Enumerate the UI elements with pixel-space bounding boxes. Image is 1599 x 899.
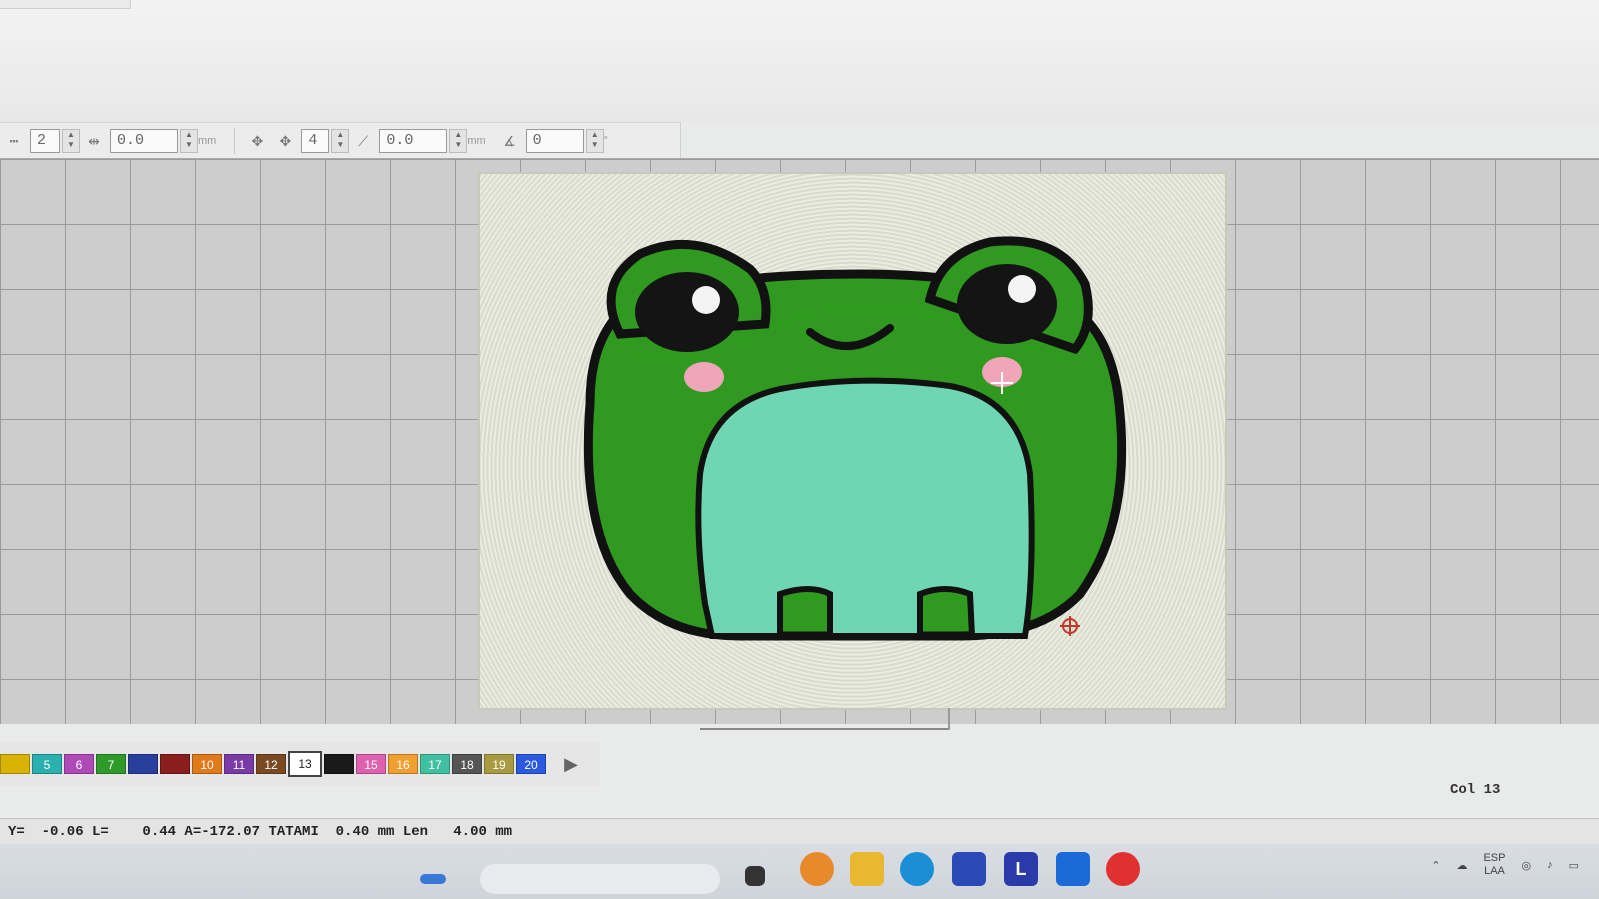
thread-color-palette: 5 6 7 10 11 12 13 15 16 17 18 19 20 ▶ — [0, 742, 600, 786]
frog-belly — [695, 377, 1035, 639]
length-icon[interactable]: ⟋ — [352, 131, 374, 151]
thread-color-swatch[interactable]: 19 — [484, 754, 514, 774]
thread-color-swatch[interactable]: 5 — [32, 754, 62, 774]
width-icon[interactable]: ⇹ — [83, 131, 105, 151]
length-spinner[interactable]: ▲ ▼ — [449, 129, 468, 153]
angle-input[interactable]: 0 — [525, 129, 584, 153]
left-cheek — [684, 362, 724, 392]
move-icon[interactable]: ✥ — [246, 131, 268, 151]
scroll-ruler-line — [700, 728, 950, 730]
thread-color-swatch[interactable]: 16 — [388, 754, 418, 774]
spacing-count-spinner[interactable]: ▲ ▼ — [62, 129, 80, 153]
stitch-toolbar: ┅ 2 ▲ ▼ ⇹ 0.0 ▲ ▼ mm ✥ ✥ 4 ▲ ▼ ⟋ 0.0 ▲ ▼ mm … — [0, 122, 681, 159]
thread-color-swatch[interactable]: 17 — [420, 754, 450, 774]
start-button-icon[interactable] — [420, 874, 446, 884]
weather-icon[interactable]: ☁ — [1456, 859, 1467, 872]
color-indicator: Col 13 — [1450, 782, 1501, 798]
thread-color-swatch[interactable]: 13 — [288, 751, 322, 777]
thread-color-swatch[interactable] — [324, 754, 354, 774]
thread-color-swatch[interactable]: 10 — [192, 754, 222, 774]
status-bar: Y= -0.06 L= 0.44 A=-172.07 TATAMI 0.40 m… — [0, 818, 1599, 845]
thread-color-swatch[interactable] — [128, 754, 158, 774]
volume-icon[interactable]: ♪ — [1547, 859, 1553, 871]
points-input[interactable]: 4 — [301, 129, 330, 153]
width-spinner[interactable]: ▲ ▼ — [180, 129, 198, 153]
spacing-count-input[interactable]: 2 — [30, 129, 60, 153]
wps-office-icon[interactable] — [1106, 852, 1140, 886]
app-l-icon[interactable]: L — [1004, 852, 1038, 886]
thread-color-swatch[interactable]: 18 — [452, 754, 482, 774]
edge-browser-icon[interactable] — [900, 852, 934, 886]
copilot-icon[interactable] — [800, 852, 834, 886]
hoop-center-marker-icon — [1060, 616, 1080, 636]
thread-color-swatch[interactable]: 12 — [256, 754, 286, 774]
move-points-icon[interactable]: ✥ — [274, 131, 296, 151]
frog-embroidery-design[interactable] — [480, 174, 1225, 708]
system-tray: ⌃ ☁ ESP LAA ◎ ♪ ▭ — [1415, 852, 1579, 878]
palette-scroll-right-icon[interactable]: ▶ — [558, 753, 584, 775]
thread-color-swatch[interactable] — [160, 754, 190, 774]
angle-icon[interactable]: ∡ — [499, 131, 521, 151]
task-view-icon[interactable] — [745, 866, 765, 886]
scroll-ruler-tick — [948, 708, 950, 730]
thread-color-swatch[interactable]: 11 — [224, 754, 254, 774]
top-tab[interactable] — [0, 0, 131, 9]
store-icon[interactable] — [952, 852, 986, 886]
thread-color-swatch[interactable]: 15 — [356, 754, 386, 774]
outlook-icon[interactable] — [1056, 852, 1090, 886]
width-unit: mm — [198, 135, 217, 147]
length-input[interactable]: 0.0 — [379, 129, 448, 153]
angle-spinner[interactable]: ▲ ▼ — [585, 129, 604, 153]
length-unit: mm — [467, 135, 486, 147]
language-indicator[interactable]: ESP LAA — [1483, 852, 1505, 878]
network-icon[interactable]: ◎ — [1521, 859, 1531, 872]
angle-unit: ° — [603, 135, 609, 147]
right-eye — [957, 264, 1057, 344]
thread-color-swatch[interactable]: 7 — [96, 754, 126, 774]
thread-color-swatch[interactable] — [0, 754, 30, 774]
file-explorer-icon[interactable] — [850, 852, 884, 886]
stitch-status-readout: Y= -0.06 L= 0.44 A=-172.07 TATAMI 0.40 m… — [8, 824, 513, 840]
stitch-spacing-icon[interactable]: ┅ — [3, 131, 25, 151]
points-spinner[interactable]: ▲ ▼ — [331, 129, 350, 153]
thread-color-swatch[interactable]: 6 — [64, 754, 94, 774]
thread-color-swatch[interactable]: 20 — [516, 754, 546, 774]
toolbar-separator — [234, 128, 236, 154]
show-hidden-icons-icon[interactable]: ⌃ — [1431, 859, 1440, 872]
battery-icon[interactable]: ▭ — [1569, 859, 1579, 872]
right-eye-highlight — [1008, 275, 1036, 303]
search-box[interactable] — [480, 864, 720, 894]
left-eye — [635, 272, 739, 352]
windows-taskbar: L ⌃ ☁ ESP LAA ◎ ♪ ▭ — [0, 844, 1599, 899]
embroidery-hoop[interactable] — [478, 172, 1227, 710]
width-input[interactable]: 0.0 — [110, 129, 178, 153]
window-top-area — [0, 0, 1599, 122]
left-eye-highlight — [692, 286, 720, 314]
